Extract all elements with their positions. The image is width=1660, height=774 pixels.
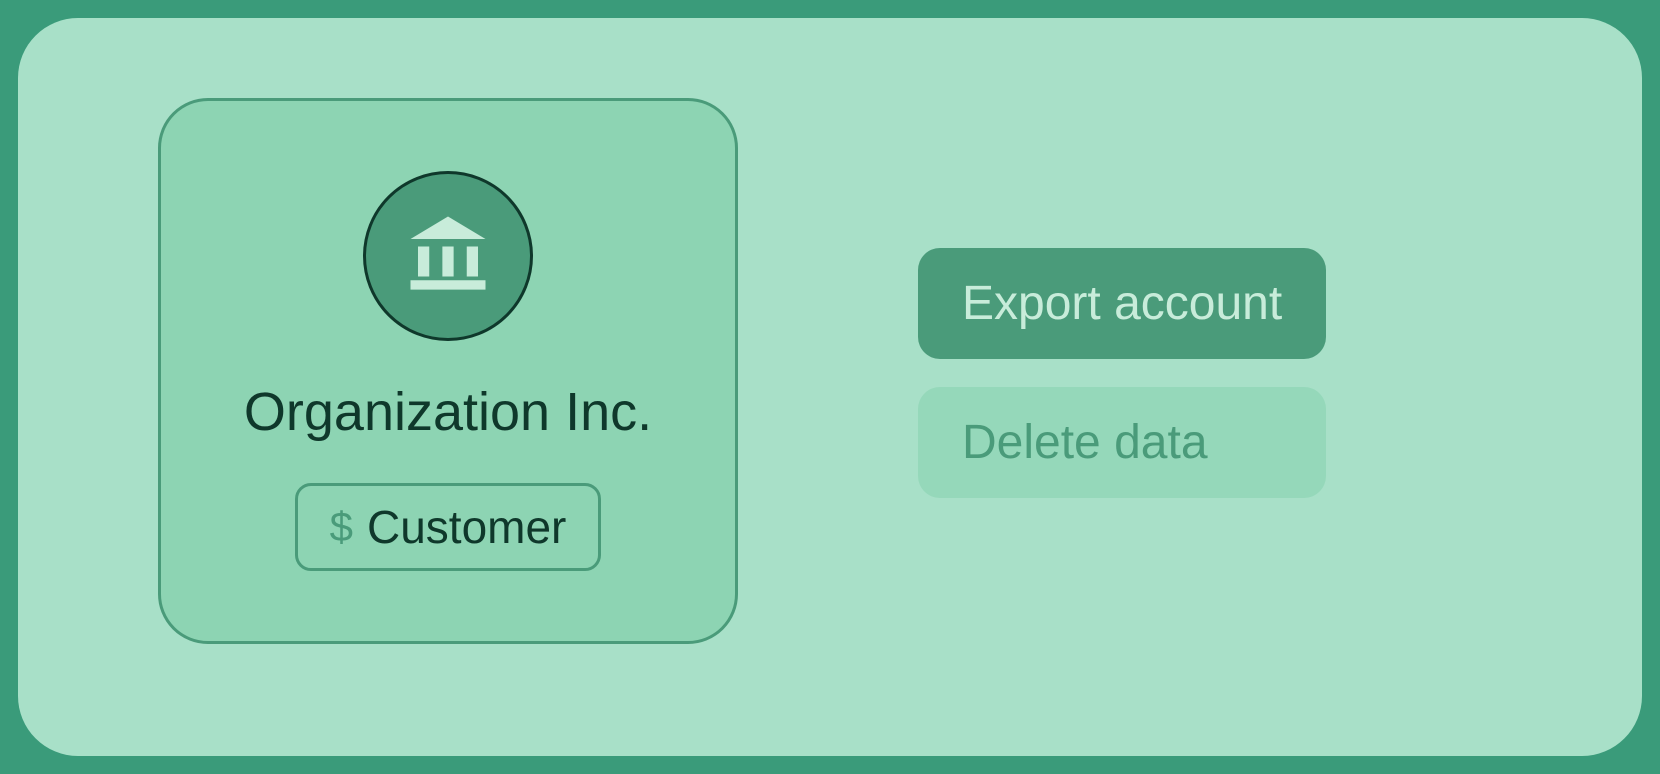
actions-group: Export account Delete data	[918, 248, 1326, 498]
bank-icon	[403, 209, 493, 304]
export-account-button[interactable]: Export account	[918, 248, 1326, 359]
customer-badge: $ Customer	[295, 483, 602, 571]
organization-card: Organization Inc. $ Customer	[158, 98, 738, 644]
dollar-icon: $	[330, 503, 353, 551]
organization-name: Organization Inc.	[244, 381, 652, 443]
main-panel: Organization Inc. $ Customer Export acco…	[18, 18, 1642, 756]
delete-data-button[interactable]: Delete data	[918, 387, 1326, 498]
badge-label: Customer	[367, 500, 566, 554]
organization-icon-container	[363, 171, 533, 341]
